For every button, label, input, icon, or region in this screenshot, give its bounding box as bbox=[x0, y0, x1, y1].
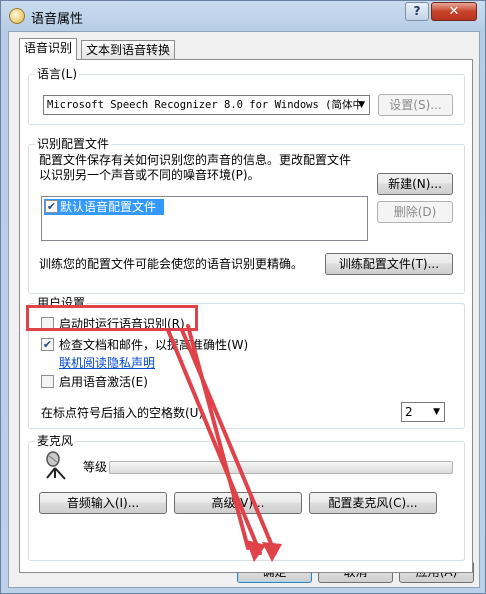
profiles-group-title: 识别配置文件 bbox=[35, 137, 112, 151]
new-profile-button[interactable]: 新建(N)... bbox=[377, 173, 453, 195]
user-settings-title: 用户设置 bbox=[35, 296, 88, 310]
train-profile-hint: 训练您的配置文件可能会使您的语音识别更精确。 bbox=[39, 257, 304, 271]
user-settings-group: 用户设置 启动时运行语音识别(R) ✔ 检查文档和邮件，以提高准确性(W) 联机… bbox=[28, 296, 465, 429]
language-group: 语言(L) Microsoft Speech Recognizer 8.0 fo… bbox=[28, 67, 465, 125]
window-title: 语音属性 bbox=[31, 12, 84, 27]
run-at-startup-label: 启动时运行语音识别(R) bbox=[59, 317, 185, 331]
microphone-title: 麦克风 bbox=[35, 434, 76, 448]
delete-profile-button[interactable]: 删除(D) bbox=[377, 201, 453, 223]
advanced-button[interactable]: 高级(V)... bbox=[174, 492, 302, 514]
train-profile-button[interactable]: 训练配置文件(T)... bbox=[325, 253, 453, 275]
run-at-startup-checkbox[interactable] bbox=[41, 317, 54, 330]
configure-microphone-button[interactable]: 配置麦克风(C)... bbox=[309, 492, 437, 514]
review-documents-label: 检查文档和邮件，以提高准确性(W) bbox=[59, 338, 249, 352]
profile-checkbox[interactable]: ✔ bbox=[45, 200, 58, 213]
audio-input-button[interactable]: 音频输入(I)... bbox=[39, 492, 167, 514]
spaces-count-value: 2 bbox=[405, 405, 413, 419]
speech-recognition-panel: 语言(L) Microsoft Speech Recognizer 8.0 fo… bbox=[19, 59, 473, 573]
title-bar[interactable]: 语音属性 ? ✕ bbox=[1, 1, 486, 31]
close-button[interactable]: ✕ bbox=[431, 2, 477, 21]
profiles-list[interactable]: ✔ 默认语音配置文件 bbox=[41, 196, 368, 241]
chevron-down-icon: ▼ bbox=[433, 407, 440, 417]
profiles-description-line1: 配置文件保存有关如何识别您的声音的信息。更改配置文件 bbox=[39, 153, 352, 167]
spaces-after-punctuation-label: 在标点符号后插入的空格数(U) bbox=[41, 406, 204, 420]
recognizer-select-value: Microsoft Speech Recognizer 8.0 for Wind… bbox=[47, 99, 363, 111]
mic-level-meter bbox=[109, 461, 453, 474]
chevron-down-icon: ▼ bbox=[358, 100, 365, 110]
microphone-group: 麦克风 等级 音频输入(I)... 高级(V)... 配置麦克风(C)... bbox=[28, 434, 465, 561]
review-documents-checkbox[interactable]: ✔ bbox=[41, 338, 54, 351]
profile-label: 默认语音配置文件 bbox=[60, 200, 157, 214]
close-icon: ✕ bbox=[448, 4, 460, 19]
recognition-profiles-group: 识别配置文件 配置文件保存有关如何识别您的声音的信息。更改配置文件 以识别另一个… bbox=[28, 137, 465, 294]
mic-level-label: 等级 bbox=[83, 460, 108, 474]
language-settings-button[interactable]: 设置(S)... bbox=[378, 94, 453, 116]
voice-activation-checkbox[interactable] bbox=[41, 375, 54, 388]
tab-speech-recognition[interactable]: 语音识别 bbox=[19, 38, 78, 60]
list-item[interactable]: ✔ 默认语音配置文件 bbox=[44, 199, 164, 215]
help-button[interactable]: ? bbox=[405, 2, 429, 21]
dialog-client-area: 语音识别 文本到语音转换 语言(L) Microsoft Speech Reco… bbox=[8, 31, 480, 588]
microphone-icon bbox=[46, 451, 66, 480]
tab-text-to-speech[interactable]: 文本到语音转换 bbox=[81, 40, 176, 60]
language-group-title: 语言(L) bbox=[35, 67, 80, 81]
profiles-description-line2: 以识别另一个声音或不同的噪音环境(P)。 bbox=[39, 168, 260, 182]
spaces-count-select[interactable]: 2 ▼ bbox=[401, 402, 445, 422]
recognizer-select[interactable]: Microsoft Speech Recognizer 8.0 for Wind… bbox=[43, 95, 370, 115]
voice-activation-label: 启用语音激活(E) bbox=[59, 375, 148, 389]
speech-app-icon bbox=[9, 8, 25, 24]
privacy-statement-link[interactable]: 联机阅读隐私声明 bbox=[59, 354, 155, 371]
speech-properties-window: 语音属性 ? ✕ 语音识别 文本到语音转换 语言(L) Microsoft Sp… bbox=[0, 0, 486, 594]
